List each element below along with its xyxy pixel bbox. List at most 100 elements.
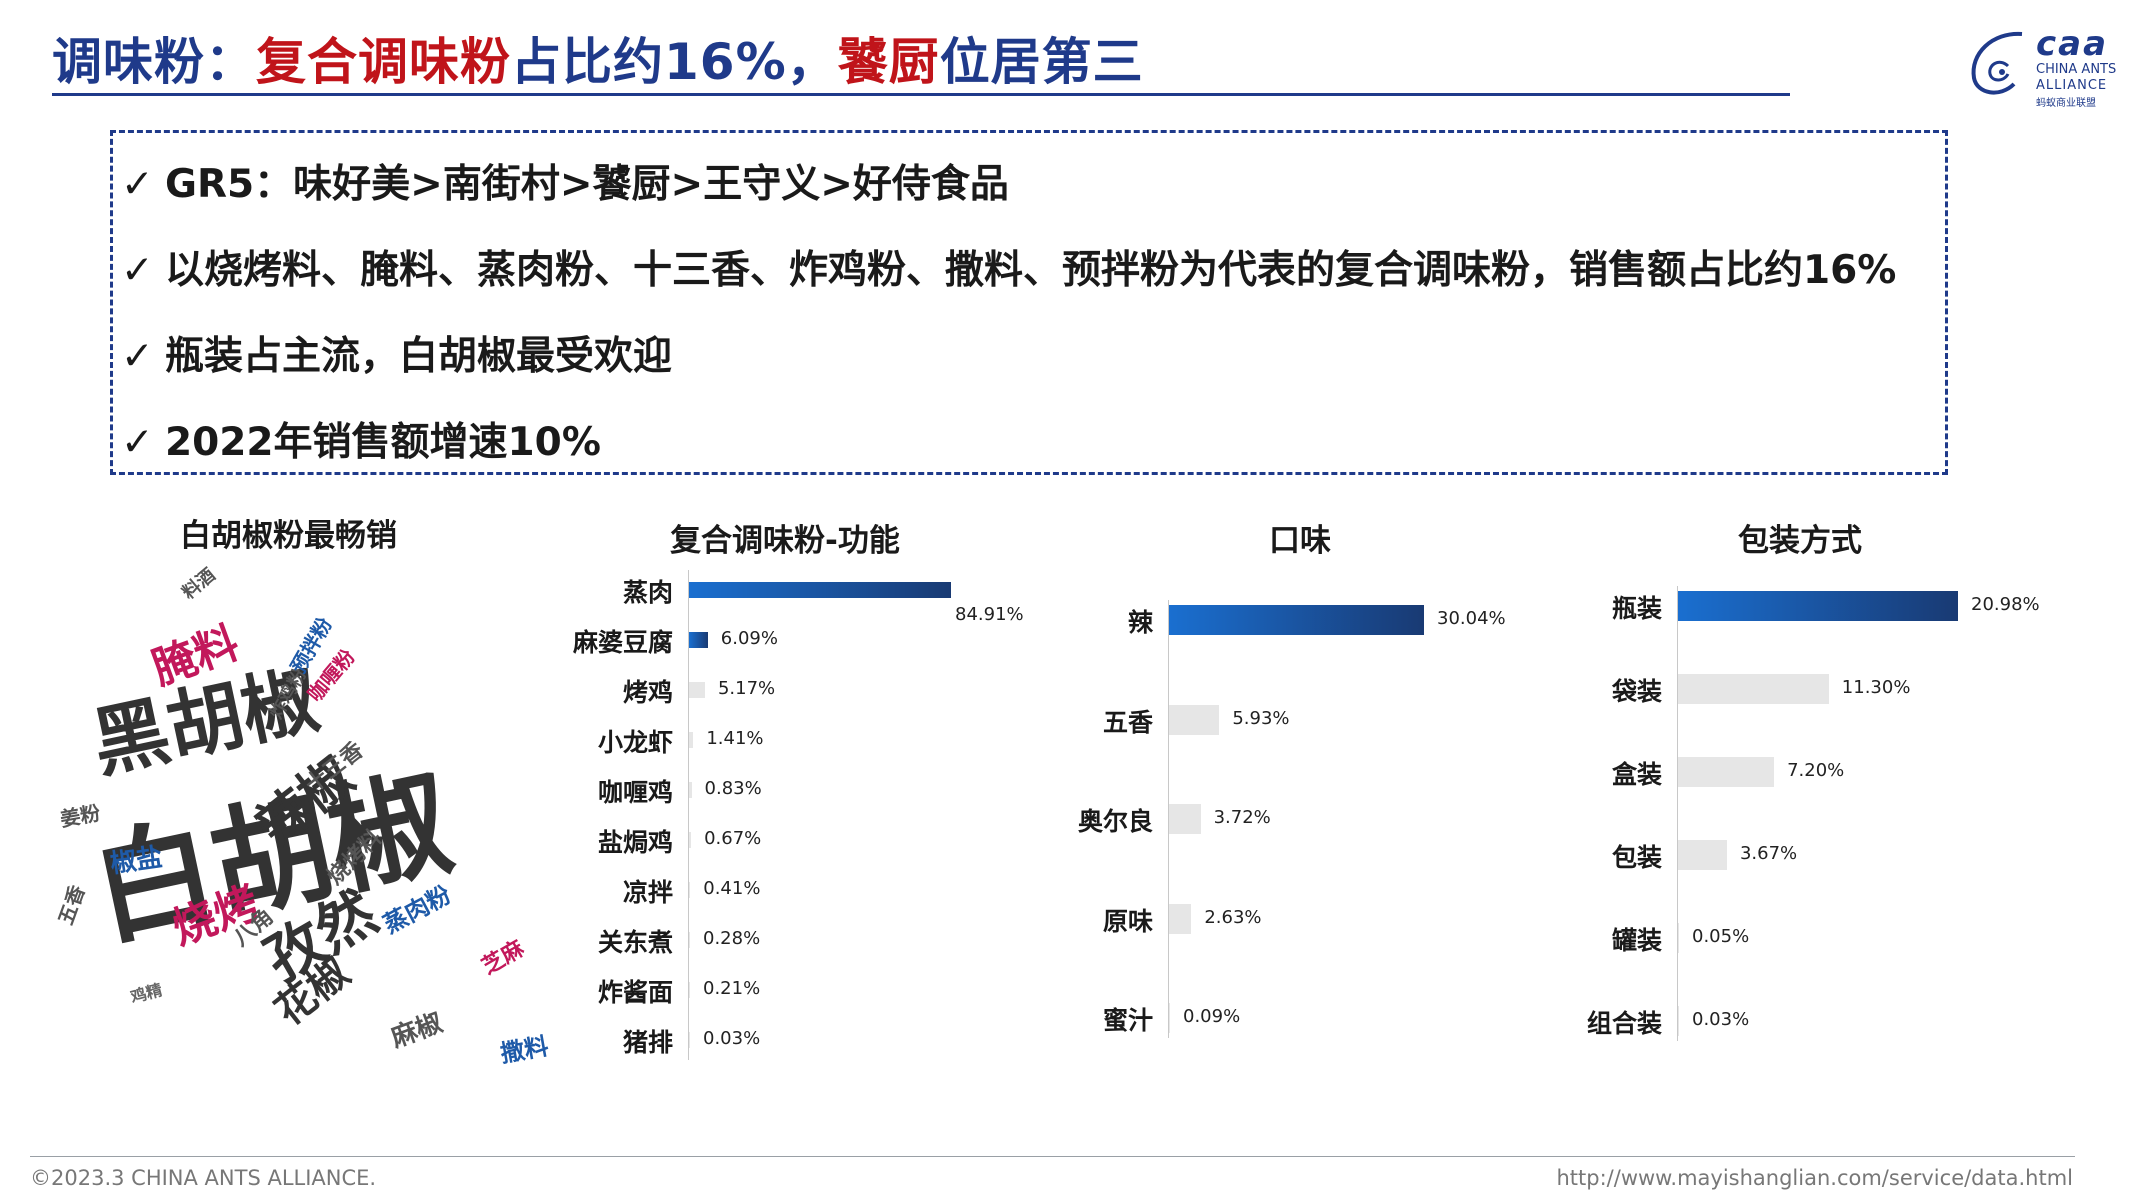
title-part-4: 饕厨 <box>837 33 940 91</box>
footer-divider <box>30 1156 2075 1157</box>
check-icon: ✓ <box>121 248 154 293</box>
wordcloud-word: 料酒 <box>178 564 220 604</box>
logo-line-1: CHINA ANTS <box>2036 62 2117 77</box>
title-part-5: 位居第三 <box>939 33 1144 91</box>
title-part-2: 复合调味粉 <box>256 33 511 91</box>
category-label: 麻婆豆腐 <box>572 628 673 657</box>
category-label: 组合装 <box>1586 1009 1662 1038</box>
value-label: 3.72% <box>1213 807 1271 828</box>
finding-item: ✓ 以烧烤料、腌料、蒸肉粉、十三香、炸鸡粉、撒料、预拌粉为代表的复合调味粉，销售额… <box>121 239 1896 295</box>
bar <box>1678 840 1727 870</box>
chart-axis <box>1677 586 1678 1041</box>
wordcloud-word: 芝麻 <box>477 936 529 980</box>
logo-line-2: ALLIANCE <box>2036 78 2108 93</box>
bar <box>689 982 690 998</box>
wordcloud-word: 撒料 <box>498 1032 551 1068</box>
value-label: 0.05% <box>1692 926 1750 947</box>
bar <box>689 1032 690 1048</box>
key-findings-box: ✓ GR5：味好美>南街村>饕厨>王守义>好侍食品 ✓ 以烧烤料、腌料、蒸肉粉、十三… <box>110 130 1948 475</box>
finding-text: GR5：味好美>南街村>饕厨>王守义>好侍食品 <box>165 162 1009 207</box>
bar <box>689 932 690 948</box>
category-label: 凉拌 <box>622 878 673 907</box>
value-label: 0.28% <box>703 928 761 949</box>
title-part-3: 占比约16%， <box>511 33 838 91</box>
wordcloud-word: 椒盐 <box>108 842 165 880</box>
wordcloud-word: 五香 <box>53 882 90 928</box>
value-label: 5.93% <box>1232 707 1290 729</box>
finding-text: 2022年销售额增速10% <box>165 420 601 465</box>
bar <box>689 882 691 898</box>
bar <box>689 682 705 698</box>
bar <box>1169 704 1220 735</box>
bar <box>1169 804 1201 834</box>
category-label: 关东煮 <box>597 928 673 957</box>
chart-title-flavor: 口味 <box>1269 523 1331 559</box>
value-label: 2.63% <box>1204 906 1262 928</box>
category-label: 奥尔良 <box>1077 807 1153 836</box>
value-label: 0.83% <box>704 778 762 799</box>
finding-item: ✓ 瓶装占主流，白胡椒最受欢迎 <box>121 325 672 381</box>
bar <box>1678 591 1958 621</box>
chart-title-function: 复合调味粉-功能 <box>670 523 900 559</box>
footer-url: http://www.mayishanglian.com/service/dat… <box>1556 1166 2073 1190</box>
bar <box>1169 605 1424 635</box>
bar <box>1169 903 1192 934</box>
bar <box>689 782 692 798</box>
bar <box>689 732 694 748</box>
check-icon: ✓ <box>121 334 154 379</box>
category-label: 小龙虾 <box>597 728 673 757</box>
title-part-1: 调味粉： <box>52 33 256 91</box>
category-label: 蒸肉 <box>622 578 673 607</box>
title-divider <box>52 93 1790 96</box>
bar <box>1169 1003 1170 1033</box>
category-label: 盐焗鸡 <box>597 828 673 857</box>
category-label: 咖喱鸡 <box>597 778 673 807</box>
value-label: 84.91% <box>955 604 1024 625</box>
bar <box>1678 923 1679 953</box>
category-label: 瓶装 <box>1611 594 1662 623</box>
category-label: 炸酱面 <box>597 978 673 1007</box>
category-label: 包装 <box>1611 843 1662 872</box>
finding-item: ✓ 2022年销售额增速10% <box>121 411 601 467</box>
footer-copyright: ©2023.3 CHINA ANTS ALLIANCE. <box>30 1166 377 1190</box>
finding-text: 以烧烤料、腌料、蒸肉粉、十三香、炸鸡粉、撒料、预拌粉为代表的复合调味粉，销售额占… <box>165 248 1897 293</box>
logo-line-3: 蚂蚁商业联盟 <box>2036 98 2096 109</box>
value-label: 11.30% <box>1841 677 1911 698</box>
company-logo: caa CHINA ANTS ALLIANCE 蚂蚁商业联盟 <box>1962 14 2122 109</box>
category-label: 蜜汁 <box>1102 1006 1153 1035</box>
category-label: 猪排 <box>622 1028 673 1057</box>
value-label: 0.03% <box>1692 1009 1750 1030</box>
value-label: 0.41% <box>703 878 761 899</box>
value-label: 0.67% <box>704 828 762 849</box>
value-label: 0.03% <box>703 1028 761 1049</box>
category-label: 烤鸡 <box>622 678 673 707</box>
page-title: 调味粉：复合调味粉占比约16%，饕厨位居第三 <box>52 22 1144 94</box>
wordcloud: 白胡椒 黑胡椒 孜然 辣椒 腌料 烧烤 花椒 椒盐 蒸肉粉 八角 十三香 咖喱粉 炸鸡粉 姜粉 芝麻 撒料 麻椒… <box>30 560 570 1100</box>
ant-logo-icon <box>1971 31 2023 95</box>
value-label: 6.09% <box>720 628 778 649</box>
value-label: 20.98% <box>1971 594 2040 615</box>
wordcloud-word: 鸡精 <box>128 980 165 1007</box>
value-label: 7.20% <box>1787 760 1845 781</box>
logo-mark: caa <box>2036 24 2109 64</box>
value-label: 3.67% <box>1739 843 1798 864</box>
category-label: 辣 <box>1127 608 1153 637</box>
bar <box>689 832 692 848</box>
value-label: 1.41% <box>706 728 764 749</box>
bar <box>1678 674 1829 704</box>
wordcloud-word: 麻椒 <box>387 1007 447 1054</box>
check-icon: ✓ <box>121 162 154 207</box>
value-label: 5.17% <box>717 678 776 699</box>
bar <box>1678 1006 1679 1036</box>
category-label: 罐装 <box>1611 926 1662 955</box>
category-label: 原味 <box>1102 906 1153 936</box>
value-label: 30.04% <box>1437 608 1506 629</box>
bar <box>689 582 951 598</box>
chart-title-packaging: 包装方式 <box>1738 523 1862 559</box>
finding-item: ✓ GR5：味好美>南街村>饕厨>王守义>好侍食品 <box>121 153 1009 209</box>
check-icon: ✓ <box>121 420 154 465</box>
category-label: 盒装 <box>1611 760 1662 789</box>
value-label: 0.09% <box>1183 1006 1241 1027</box>
category-label: 袋装 <box>1611 677 1662 706</box>
bar <box>1678 757 1775 787</box>
